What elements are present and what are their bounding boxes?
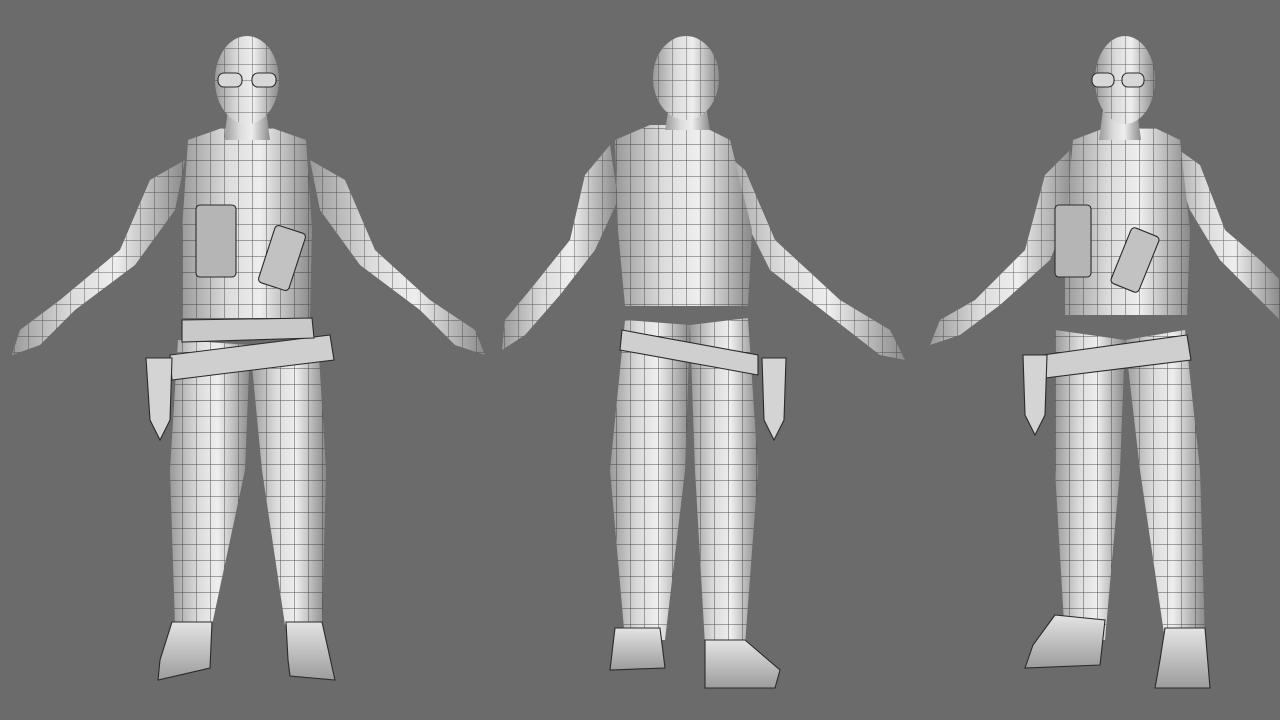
model-three-quarter-view bbox=[930, 36, 1280, 689]
back-body bbox=[502, 36, 905, 689]
three-quarter-body bbox=[930, 36, 1280, 689]
front-body bbox=[12, 36, 485, 681]
model-back-view bbox=[502, 36, 905, 689]
render-viewport bbox=[0, 0, 1280, 720]
model-front-view bbox=[12, 36, 485, 681]
